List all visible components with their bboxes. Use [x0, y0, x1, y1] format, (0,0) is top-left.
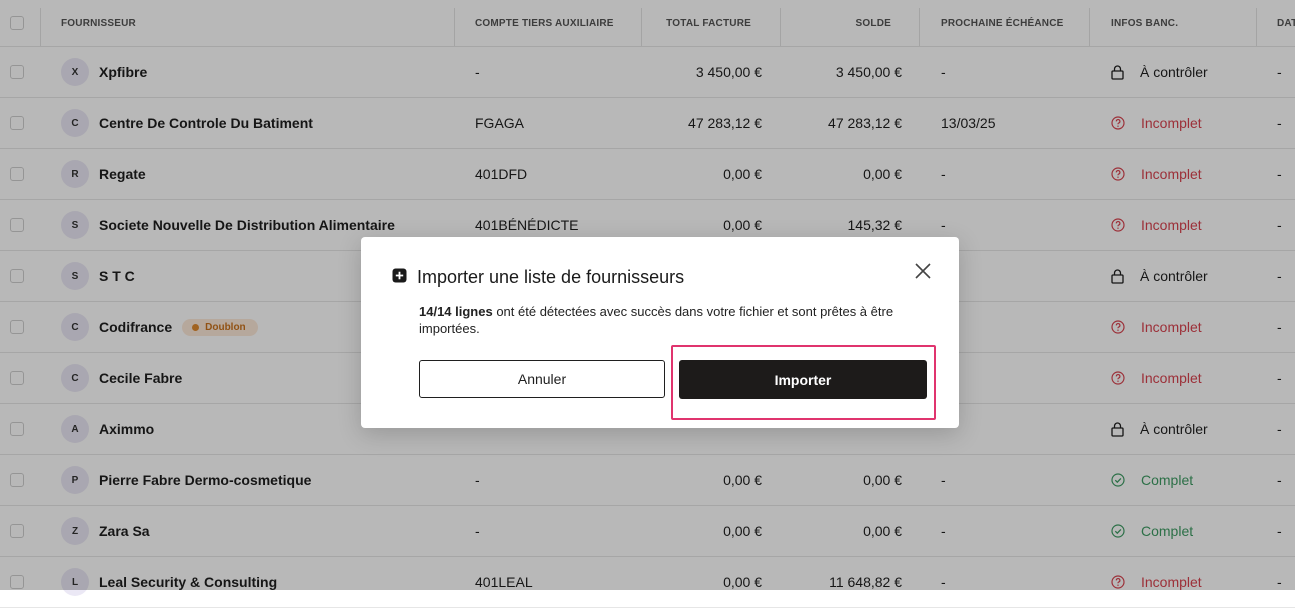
close-icon[interactable]	[913, 261, 933, 281]
modal-title: Importer une liste de fournisseurs	[392, 267, 684, 288]
modal-message-count: 14/14 lignes	[419, 304, 493, 319]
modal-message: 14/14 lignes ont été détectées avec succ…	[419, 303, 919, 337]
modal-title-text: Importer une liste de fournisseurs	[417, 267, 685, 287]
plus-square-icon	[392, 267, 407, 288]
import-button[interactable]: Importer	[679, 360, 927, 399]
cancel-button[interactable]: Annuler	[419, 360, 665, 398]
import-modal: Importer une liste de fournisseurs 14/14…	[361, 237, 959, 428]
